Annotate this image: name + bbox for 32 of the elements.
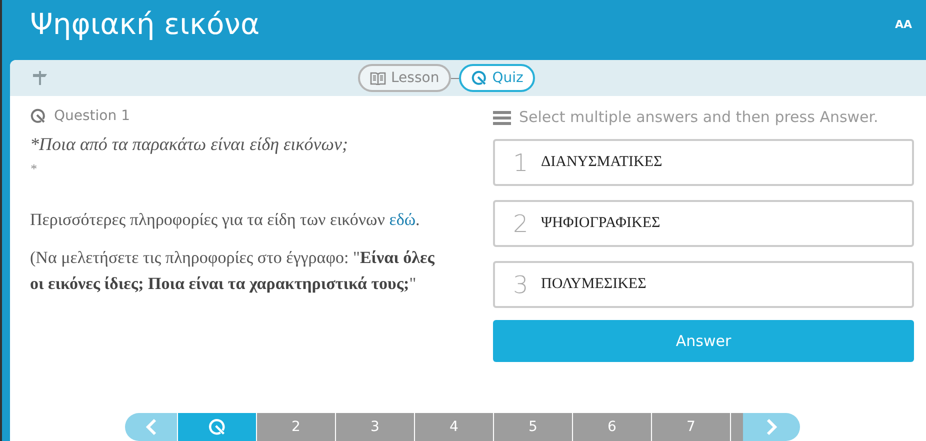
chevron-left-icon [145, 418, 157, 436]
quiz-icon [471, 70, 488, 86]
page-step[interactable]: 3 [335, 413, 414, 441]
quiz-icon [208, 418, 226, 436]
previous-button[interactable] [125, 413, 177, 441]
list-icon [493, 110, 511, 126]
answer-button[interactable]: Answer [493, 320, 914, 362]
next-button[interactable] [743, 413, 800, 441]
instruction-text: Select multiple answers and then press Answer. [519, 108, 878, 127]
page-step[interactable] [177, 413, 256, 441]
chevron-right-icon [766, 418, 778, 436]
question-text: * [30, 161, 38, 177]
info-link[interactable]: εδώ [389, 210, 416, 229]
mode-tab[interactable]: Quiz [459, 64, 536, 92]
answer-option[interactable]: 3 ΠΟΛΥΜΕΣΙΚΕΣ [493, 261, 914, 308]
answer-option[interactable]: 2 ΨΗΦΙΟΓΡΑΦΙΚΕΣ [493, 200, 914, 247]
page-step[interactable]: 2 [256, 413, 335, 441]
info-text: Περισσότερες πληροφορίες για τα είδη των εικόνων εδώ. [30, 209, 421, 231]
question-text: *Ποια από τα παρακάτω είναι είδη εικόνων; [30, 134, 349, 155]
page-title: Ψηφιακή εικόνα [30, 7, 260, 41]
question-number: Question 1 [54, 108, 130, 124]
page-step[interactable]: 6 [572, 413, 651, 441]
quiz-icon [30, 108, 46, 124]
book-icon [370, 72, 386, 84]
page-step[interactable]: 4 [414, 413, 493, 441]
page-step[interactable]: 7 [651, 413, 730, 441]
answer-option[interactable]: 1 ΔΙΑΝΥΣΜΑΤΙΚΕΣ [493, 139, 914, 186]
signpost-icon[interactable] [32, 70, 48, 86]
font-size-button[interactable]: AA [894, 18, 912, 30]
study-note: (Να μελετήσετε τις πληροφορίες στο έγγραφο: "Είναι όλες οι εικόνες ίδιες; Ποια είναι τα χαρακτηριστικά τους;" [30, 247, 436, 295]
page-step[interactable]: 5 [493, 413, 572, 441]
mode-tab[interactable]: Lesson [358, 64, 452, 92]
